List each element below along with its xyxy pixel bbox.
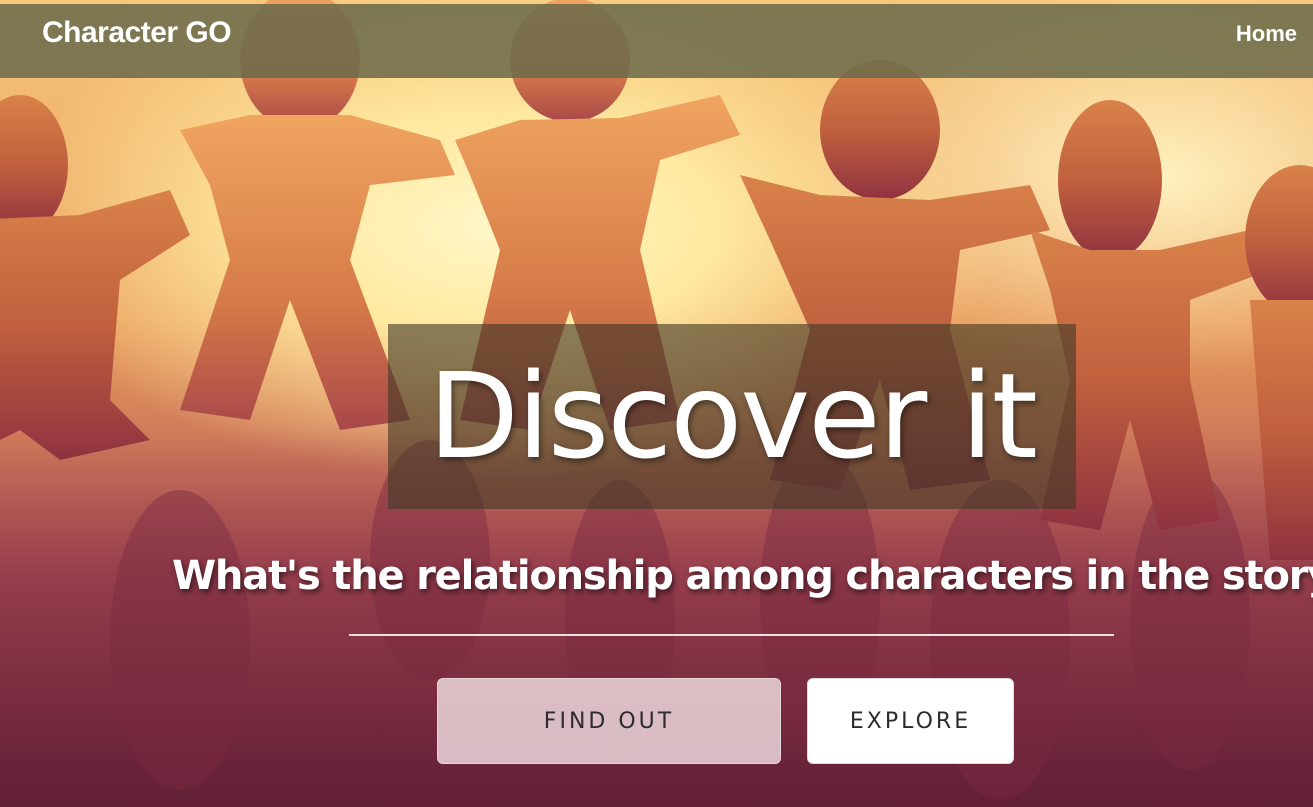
nav-home-link[interactable]: Home xyxy=(1236,21,1297,47)
top-navbar: Character GO Home xyxy=(0,4,1313,78)
hero-headline: Discover it xyxy=(428,347,1038,485)
explore-button[interactable]: EXPLORE xyxy=(807,678,1014,764)
hero-divider xyxy=(349,634,1114,636)
brand-logo-link[interactable]: Character GO xyxy=(42,16,232,50)
find-out-button[interactable]: FIND OUT xyxy=(437,678,781,764)
page: Character GO Home Discover it What's the… xyxy=(0,0,1313,807)
hero-subheadline: What's the relationship among characters… xyxy=(172,553,1313,599)
headline-container: Discover it xyxy=(388,324,1076,509)
